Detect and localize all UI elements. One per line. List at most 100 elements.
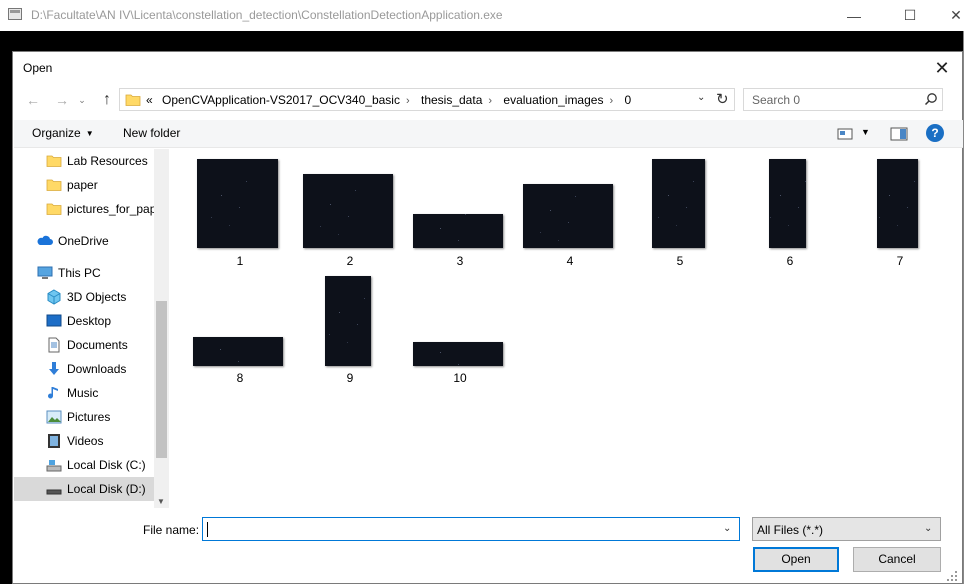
preview-pane-icon[interactable] (890, 126, 908, 142)
sidebar-item-music[interactable]: Music (14, 381, 154, 405)
file-name-label: 7 (896, 254, 904, 268)
sidebar-item-paper[interactable]: paper (14, 173, 154, 197)
up-button[interactable]: ↑ (95, 89, 119, 111)
sidebar-item-label: Videos (67, 434, 104, 448)
sidebar-item-label: Downloads (67, 362, 127, 376)
forward-button[interactable]: → (50, 89, 74, 111)
chevron-right-icon[interactable]: › (406, 95, 410, 107)
dialog-close-button[interactable]: ✕ (931, 57, 953, 79)
image-thumbnail (769, 159, 806, 248)
open-file-dialog: Open ✕ ← → ⌄ ↑ « OpenCVApplication-VS201… (12, 51, 963, 584)
sidebar-item-3d-objects[interactable]: 3D Objects (14, 285, 154, 309)
sidebar-item-label: Local Disk (C:) (67, 458, 146, 472)
search-box[interactable] (743, 88, 943, 111)
chevron-right-icon[interactable]: › (488, 95, 492, 107)
sidebar-item-desktop[interactable]: Desktop (14, 309, 154, 333)
help-icon[interactable]: ? (926, 124, 944, 142)
image-thumbnail (877, 159, 918, 248)
file-list: 1 2 3 4 5 6 7 8 9 10 (170, 149, 960, 508)
app-close-button[interactable]: ✕ (933, 0, 969, 31)
image-thumbnail (413, 342, 503, 366)
sidebar-item-label: Pictures (67, 410, 111, 424)
breadcrumb-overflow[interactable]: « (146, 93, 153, 107)
sidebar-item-label: paper (67, 178, 98, 192)
file-name-label: 1 (236, 254, 244, 268)
sidebar-item-label: Documents (67, 338, 128, 352)
sidebar-item-label: Local Disk (D:) (67, 482, 146, 496)
image-thumbnail (652, 159, 705, 248)
sidebar-scrollbar[interactable]: ▼ (154, 149, 169, 508)
folder-icon (46, 155, 62, 167)
sidebar-item-onedrive[interactable]: OneDrive (14, 229, 154, 253)
minimize-button[interactable]: — (831, 0, 877, 31)
chevron-right-icon[interactable]: › (609, 95, 613, 107)
new-folder-button[interactable]: New folder (123, 126, 180, 140)
pictures-icon (46, 410, 62, 424)
sidebar-item-pictures-for-paper[interactable]: pictures_for_pap (14, 197, 157, 221)
folder-icon (46, 179, 62, 191)
sidebar-item-pictures[interactable]: Pictures (14, 405, 154, 429)
app-window-edge (963, 31, 969, 584)
sidebar-item-videos[interactable]: Videos (14, 429, 154, 453)
open-button[interactable]: Open (753, 547, 839, 572)
address-bar[interactable]: « OpenCVApplication-VS2017_OCV340_basic ›… (119, 88, 735, 111)
image-thumbnail (523, 184, 613, 248)
image-thumbnail (193, 337, 283, 366)
scroll-down-arrow-icon[interactable]: ▼ (157, 497, 165, 506)
sidebar-item-label: 3D Objects (67, 290, 127, 304)
scrollbar-thumb[interactable] (156, 301, 167, 458)
documents-icon (48, 337, 60, 353)
cancel-button[interactable]: Cancel (853, 547, 941, 572)
breadcrumb-item[interactable]: OpenCVApplication-VS2017_OCV340_basic (162, 93, 400, 107)
search-input[interactable] (752, 92, 912, 108)
file-type-select[interactable]: All Files (*.*) ⌄ (752, 517, 941, 541)
breadcrumb-item[interactable]: 0 (624, 93, 631, 107)
breadcrumb-item[interactable]: evaluation_images (503, 93, 603, 107)
sidebar-item-local-disk-d[interactable]: Local Disk (D:) (14, 477, 154, 501)
image-thumbnail (303, 174, 393, 248)
breadcrumb-item[interactable]: thesis_data (421, 93, 482, 107)
chevron-down-icon[interactable]: ⌄ (723, 523, 731, 534)
chevron-down-icon[interactable]: ⌄ (697, 92, 705, 103)
downloads-icon (49, 362, 59, 375)
this-pc-icon (37, 266, 53, 279)
onedrive-icon (37, 235, 53, 245)
file-name-label-text: File name: (143, 523, 200, 537)
change-view-icon[interactable] (837, 127, 853, 141)
sidebar-item-documents[interactable]: Documents (14, 333, 154, 357)
desktop-icon (46, 314, 62, 327)
app-title-bar: D:\Facultate\AN IV\Licenta\constellation… (0, 0, 969, 31)
view-options-caret-icon[interactable]: ▼ (861, 127, 870, 137)
sidebar-item-this-pc[interactable]: This PC (14, 261, 154, 285)
file-name-input[interactable] (208, 521, 713, 537)
sidebar-item-downloads[interactable]: Downloads (14, 357, 154, 381)
recent-locations-button[interactable]: ⌄ (75, 89, 89, 111)
refresh-icon[interactable]: ↻ (716, 90, 729, 108)
organize-button[interactable]: Organize ▼ (32, 126, 94, 140)
sidebar-item-label: Music (67, 386, 99, 400)
folder-icon (46, 203, 62, 215)
command-bar: Organize ▼ New folder ▼ ? (14, 120, 963, 148)
image-thumbnail (197, 159, 278, 248)
organize-label: Organize (32, 126, 81, 140)
music-icon (48, 387, 58, 399)
resize-grip-icon[interactable] (946, 570, 958, 582)
local-disk-c-icon (46, 460, 62, 472)
back-button[interactable]: ← (21, 89, 45, 111)
search-icon[interactable] (924, 92, 938, 106)
sidebar-item-label: This PC (58, 266, 101, 280)
sidebar-item-label: Lab Resources (67, 154, 148, 168)
sidebar-item-lab-resources[interactable]: Lab Resources (14, 149, 154, 173)
app-window-icon (8, 8, 22, 20)
file-name-label: 4 (566, 254, 574, 268)
file-name-label: 9 (346, 371, 354, 385)
image-thumbnail (325, 276, 371, 366)
file-name-field[interactable]: ⌄ (202, 517, 740, 541)
sidebar-item-local-disk-c[interactable]: Local Disk (C:) (14, 453, 154, 477)
breadcrumb: « OpenCVApplication-VS2017_OCV340_basic ›… (146, 93, 637, 107)
maximize-button[interactable]: ☐ (887, 0, 933, 31)
folder-icon (125, 94, 141, 106)
videos-icon (48, 434, 60, 448)
local-disk-d-icon (46, 489, 62, 495)
sidebar-item-label: pictures_for_pap (67, 202, 157, 216)
